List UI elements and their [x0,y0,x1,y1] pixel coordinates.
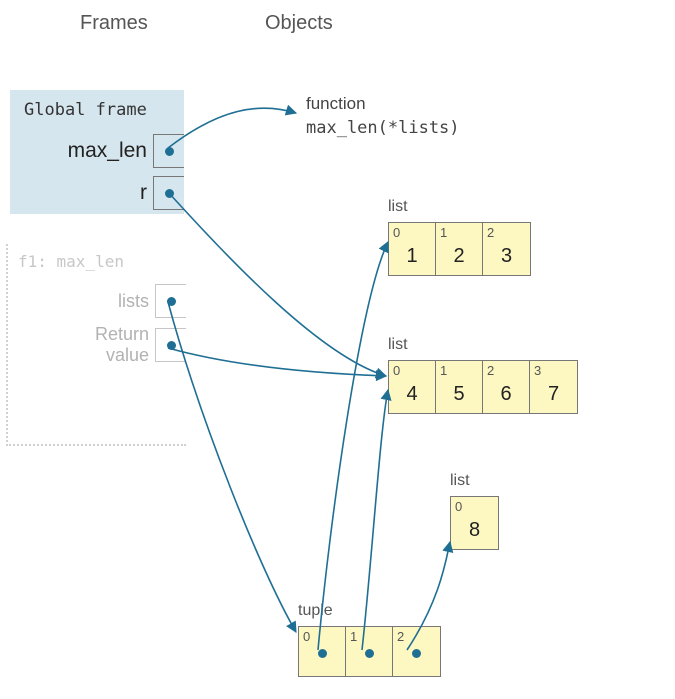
list2-box: 04 15 26 37 [388,360,578,414]
cell-index: 2 [487,225,494,240]
pointer-arrow [318,242,388,650]
cell-index: 0 [303,629,310,644]
cell-index: 2 [397,629,404,644]
tuple-cell: 1 [346,627,393,676]
global-frame: Global frame max_len r [10,90,184,214]
list-cell: 15 [436,361,483,413]
tuple-box: 0 1 2 [298,626,441,677]
var-cell-r [153,176,184,210]
var-row-r: r [140,176,184,210]
frames-header: Frames [80,12,148,35]
pointer-dot [318,649,327,658]
var-name-max_len: max_len [68,139,153,163]
cell-index: 0 [393,363,400,378]
list-cell: 26 [483,361,530,413]
diagram-stage: Frames Objects Global frame max_len r f1… [0,0,675,699]
f1-frame-title: f1: max_len [8,244,186,271]
var-row-max_len: max_len [68,134,184,168]
var-cell-lists [155,284,186,318]
var-name-r: r [140,181,153,205]
list1-box: 01 12 23 [388,222,531,276]
list-cell: 08 [451,497,498,549]
list-cell: 37 [530,361,577,413]
cell-index: 1 [350,629,357,644]
cell-index: 1 [440,225,447,240]
var-name-lists: lists [118,291,155,312]
var-cell-max_len [153,134,184,168]
cell-index: 0 [393,225,400,240]
objects-header: Objects [265,12,333,35]
pointer-dot [165,189,174,198]
var-cell-return [155,328,186,362]
function-type-label: function [306,94,366,114]
tuple-cell: 2 [393,627,440,676]
var-row-lists: lists [118,284,186,318]
pointer-arrow [362,390,388,650]
pointer-arrow [168,302,296,632]
var-row-return: Return value [95,324,186,358]
cell-index: 1 [440,363,447,378]
cell-index: 3 [534,363,541,378]
f1-frame: f1: max_len lists Return value [6,244,186,446]
pointer-arrow [168,192,386,376]
list-cell: 04 [389,361,436,413]
pointer-arrow [168,348,386,376]
list-cell: 12 [436,223,483,275]
pointer-dot [167,297,176,306]
cell-index: 0 [455,499,462,514]
list3-box: 08 [450,496,499,550]
list1-label: list [388,198,408,216]
list3-label: list [450,472,470,490]
tuple-cell: 0 [299,627,346,676]
function-signature: max_len(*lists) [306,118,460,138]
tuple-label: tuple [298,602,333,620]
global-frame-title: Global frame [10,90,184,120]
pointer-dot [165,147,174,156]
pointer-dot [412,649,421,658]
list-cell: 01 [389,223,436,275]
pointer-dot [167,341,176,350]
list2-label: list [388,336,408,354]
pointer-arrow [168,108,296,148]
list-cell: 23 [483,223,530,275]
cell-index: 2 [487,363,494,378]
pointer-dot [365,649,374,658]
var-name-return: Return value [95,324,155,365]
